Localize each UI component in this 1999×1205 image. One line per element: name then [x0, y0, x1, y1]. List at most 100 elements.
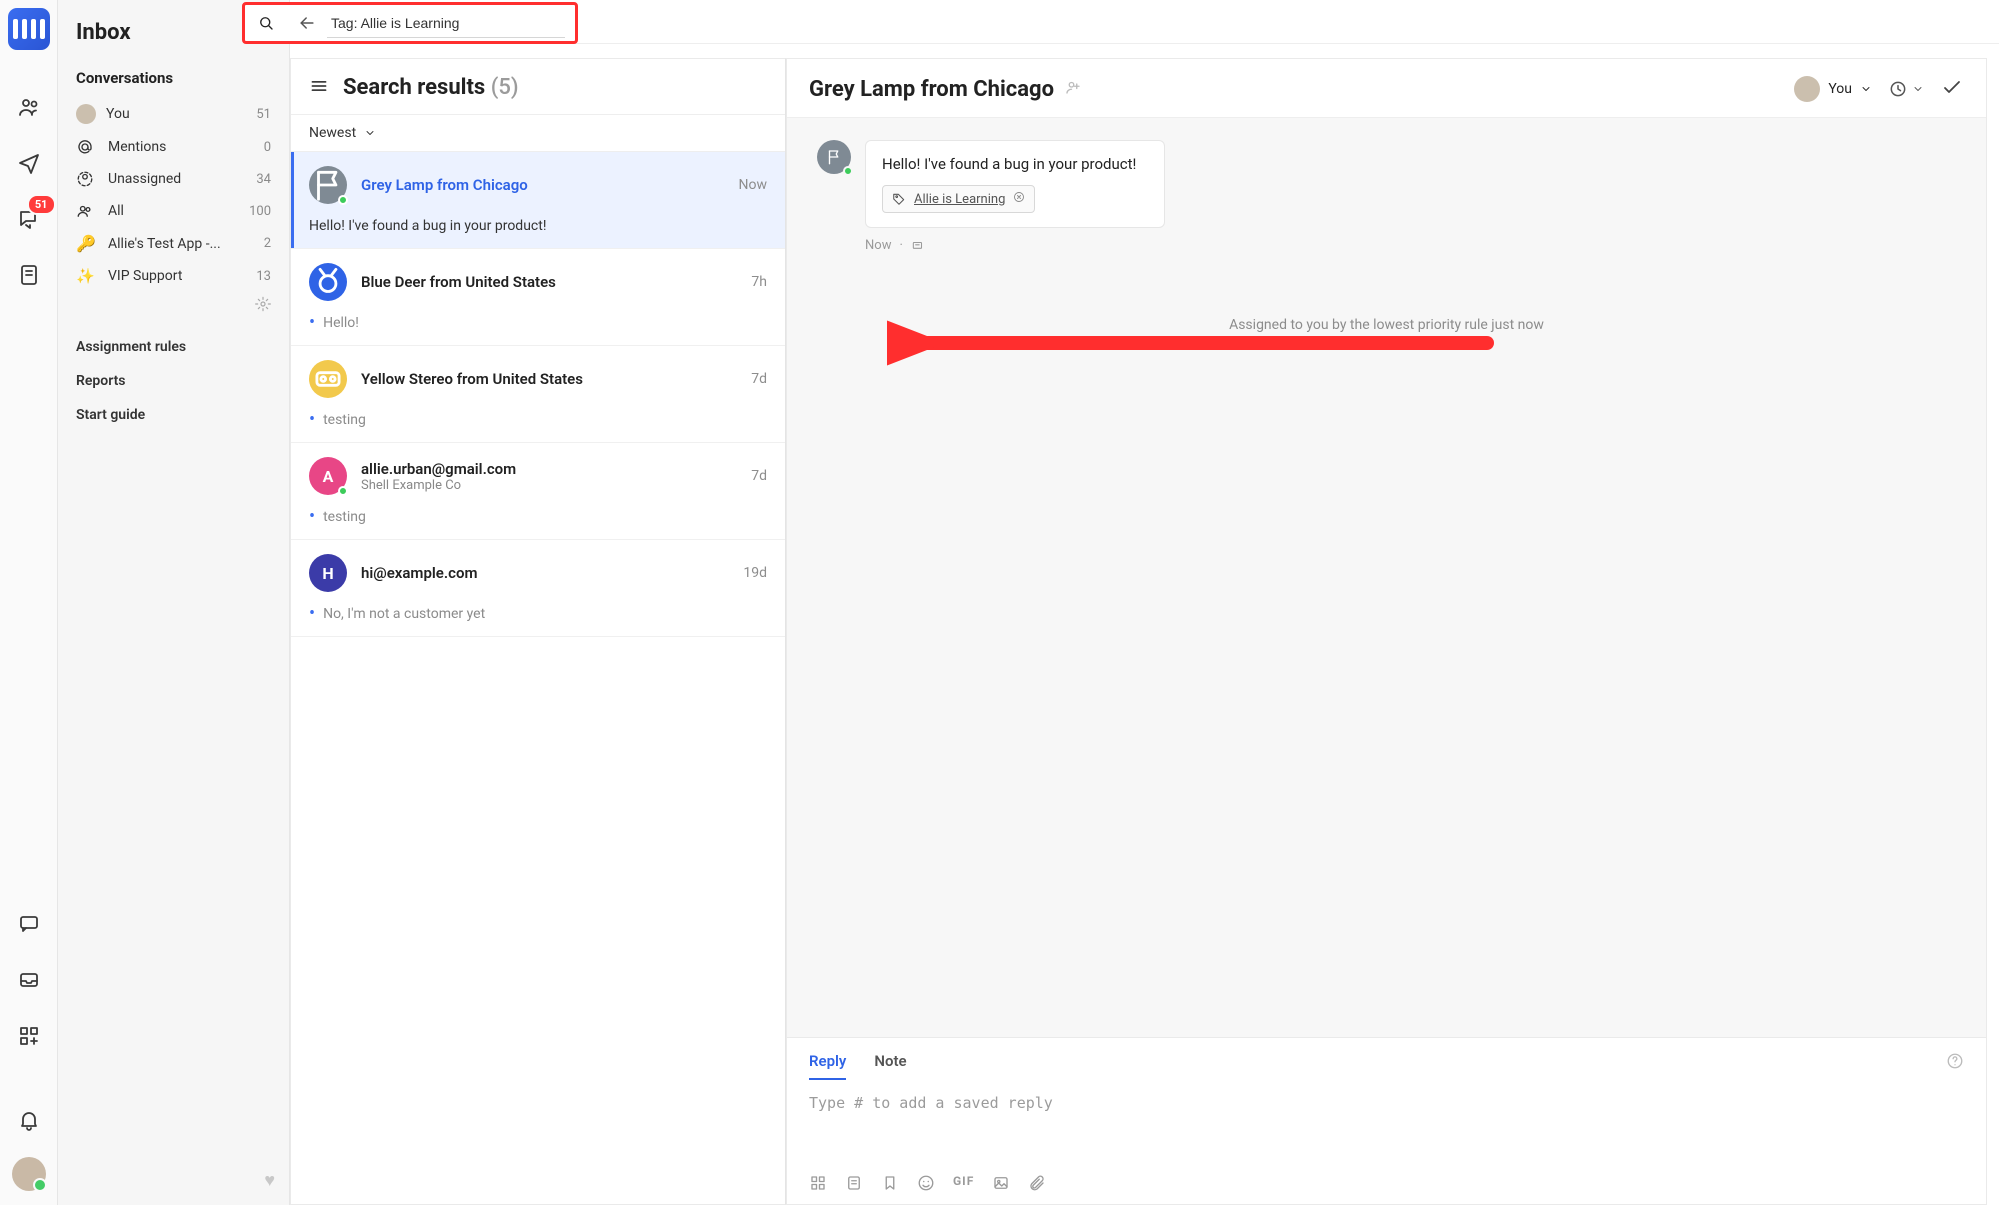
- composer-input[interactable]: [809, 1094, 1964, 1164]
- you-avatar-icon: [76, 104, 96, 124]
- sidebar-item-mentions[interactable]: Mentions 0: [58, 131, 289, 163]
- sidebar-item-vip[interactable]: ✨ VIP Support 13: [58, 260, 289, 292]
- bell-icon: [17, 1108, 41, 1132]
- gear-icon: [255, 296, 271, 312]
- sidebar-heart[interactable]: ♥: [264, 1170, 275, 1191]
- tag-remove-button[interactable]: [1013, 191, 1025, 207]
- current-user-avatar[interactable]: [12, 1157, 46, 1191]
- sidebar-link-assignment[interactable]: Assignment rules: [76, 330, 271, 364]
- key-icon: 🔑: [76, 234, 98, 253]
- conversation-title: Grey Lamp from Chicago: [809, 77, 1054, 102]
- team-icon: [76, 202, 98, 220]
- result-item[interactable]: Grey Lamp from ChicagoNowHello! I've fou…: [291, 152, 785, 249]
- sidebar-item-count: 0: [264, 140, 271, 155]
- result-avatar: H: [309, 554, 347, 592]
- rail-inbox-tray[interactable]: [10, 961, 48, 999]
- arrow-left-icon: [297, 13, 317, 33]
- toolbar-emoji[interactable]: [917, 1174, 935, 1196]
- sidebar-settings[interactable]: [58, 292, 289, 316]
- results-header: Search results (5): [291, 59, 785, 115]
- rail-articles[interactable]: [10, 256, 48, 294]
- grid-icon: [809, 1174, 827, 1192]
- toolbar-gif[interactable]: GIF: [953, 1174, 974, 1196]
- sidebar-item-count: 100: [249, 204, 271, 219]
- apps-grid-icon: [17, 1024, 41, 1048]
- toolbar-saved-replies[interactable]: [845, 1174, 863, 1196]
- message-tag-chip: Allie is Learning: [882, 185, 1035, 213]
- sidebar-section-label: Conversations: [58, 69, 289, 97]
- result-avatar: [309, 166, 347, 204]
- result-subline: Shell Example Co: [361, 478, 516, 493]
- result-item[interactable]: Hhi@example.com19d•No, I'm not a custome…: [291, 540, 785, 637]
- sidebar-links: Assignment rules Reports Start guide: [58, 316, 289, 432]
- note-icon: [845, 1174, 863, 1192]
- help-icon: [1946, 1052, 1964, 1070]
- logo-bars-icon: [13, 19, 45, 39]
- sidebar-item-count: 13: [256, 269, 271, 284]
- message-bubble: Hello! I've found a bug in your product!…: [865, 140, 1165, 228]
- rail-badge: 51: [27, 194, 56, 215]
- composer: Reply Note GIF: [787, 1037, 1986, 1204]
- conversation-body: Hello! I've found a bug in your product!…: [787, 118, 1986, 1037]
- result-item[interactable]: Blue Deer from United States7h•Hello!: [291, 249, 785, 346]
- toolbar-apps[interactable]: [809, 1174, 827, 1196]
- search-input[interactable]: [327, 9, 565, 38]
- result-preview: •testing: [309, 509, 767, 525]
- rail-conversation[interactable]: [10, 905, 48, 943]
- user-plus-icon: [1064, 78, 1082, 96]
- sidebar-link-start[interactable]: Start guide: [76, 398, 271, 432]
- result-name: hi@example.com: [361, 564, 477, 582]
- result-item[interactable]: Aallie.urban@gmail.comShell Example Co7d…: [291, 443, 785, 540]
- search-highlight-box: [242, 2, 578, 44]
- sidebar-item-unassigned[interactable]: Unassigned 34: [58, 163, 289, 195]
- result-name: Grey Lamp from Chicago: [361, 176, 528, 194]
- results-count: (5): [491, 75, 519, 100]
- clock-icon: [1888, 79, 1908, 99]
- rail-messages[interactable]: 51: [10, 200, 48, 238]
- chevron-down-icon: [1912, 83, 1924, 95]
- assignee-picker[interactable]: You: [1794, 76, 1872, 102]
- paperclip-icon: [1028, 1174, 1046, 1192]
- add-participant-button[interactable]: [1064, 78, 1082, 100]
- rail-send[interactable]: [10, 144, 48, 182]
- composer-help-button[interactable]: [1946, 1052, 1964, 1080]
- search-button[interactable]: [245, 5, 287, 41]
- sidebar-item-label: You: [106, 106, 130, 122]
- unread-bullet-icon: •: [309, 409, 315, 430]
- snooze-button[interactable]: [1888, 79, 1924, 99]
- close-conversation-button[interactable]: [1940, 75, 1964, 103]
- send-icon: [17, 151, 41, 175]
- chevron-down-icon: [1860, 83, 1872, 95]
- result-item[interactable]: Yellow Stereo from United States7d•testi…: [291, 346, 785, 443]
- rail-contacts[interactable]: [10, 88, 48, 126]
- sidebar-item-count: 2: [264, 236, 271, 251]
- sidebar-item-app[interactable]: 🔑 Allie's Test App -... 2: [58, 227, 289, 260]
- nav-rail: 51: [0, 0, 58, 1205]
- results-sort[interactable]: Newest: [291, 115, 785, 152]
- tag-label[interactable]: Allie is Learning: [914, 192, 1005, 207]
- annotation-arrow-icon: [887, 298, 1507, 388]
- conversation-header: Grey Lamp from Chicago You: [787, 59, 1986, 118]
- sidebar-item-you[interactable]: You 51: [58, 97, 289, 131]
- rail-notifications[interactable]: [10, 1101, 48, 1139]
- online-dot-icon: [338, 486, 348, 496]
- unread-bullet-icon: •: [309, 506, 315, 527]
- toolbar-bookmark[interactable]: [881, 1174, 899, 1196]
- sidebar-link-reports[interactable]: Reports: [76, 364, 271, 398]
- app-logo[interactable]: [8, 8, 50, 50]
- result-preview: •Hello!: [309, 315, 767, 331]
- unassigned-icon: [76, 170, 98, 188]
- sidebar-item-label: Allie's Test App -...: [108, 236, 221, 252]
- results-menu-button[interactable]: [309, 76, 329, 100]
- sidebar-item-all[interactable]: All 100: [58, 195, 289, 227]
- toolbar-image[interactable]: [992, 1174, 1010, 1196]
- tab-reply[interactable]: Reply: [809, 1052, 846, 1080]
- toolbar-attach[interactable]: [1028, 1174, 1046, 1196]
- result-preview: •No, I'm not a customer yet: [309, 606, 767, 622]
- tab-note[interactable]: Note: [874, 1052, 906, 1080]
- image-icon: [992, 1174, 1010, 1192]
- result-name: Yellow Stereo from United States: [361, 370, 583, 388]
- rail-apps[interactable]: [10, 1017, 48, 1055]
- result-avatar: [309, 360, 347, 398]
- search-back-button[interactable]: [287, 5, 327, 41]
